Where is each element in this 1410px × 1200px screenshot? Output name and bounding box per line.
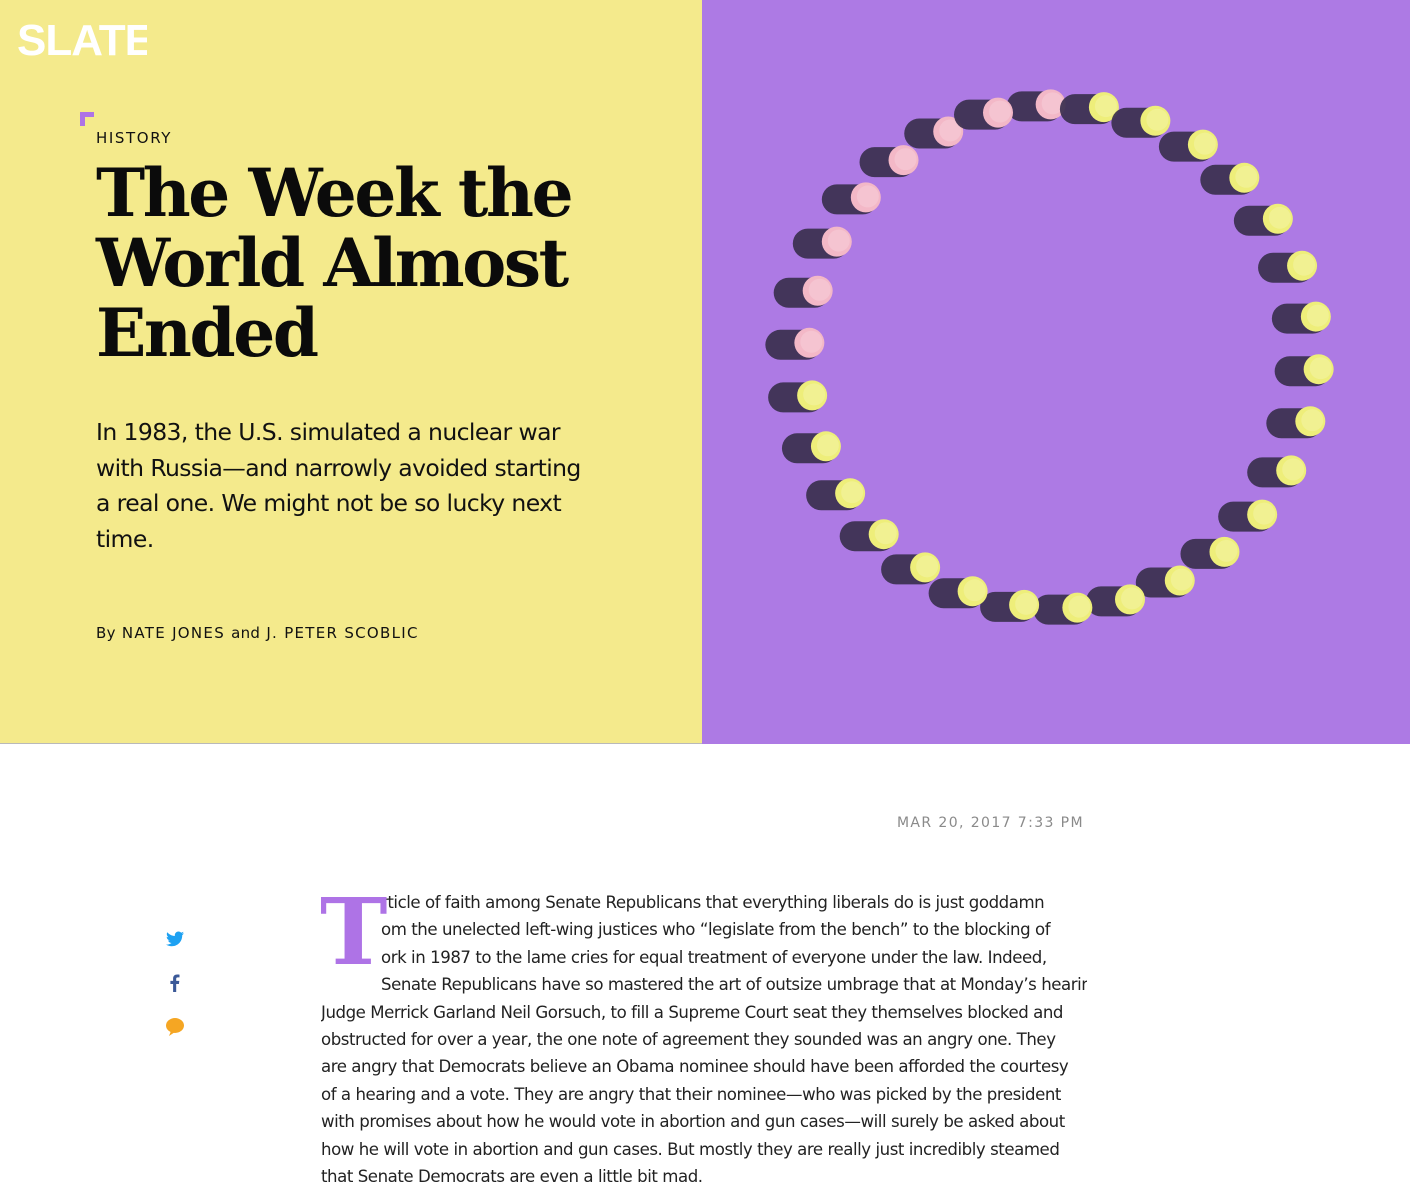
hero-text-panel: SLATE HISTORY The Week the World Almost …	[0, 0, 702, 744]
pill	[1274, 354, 1334, 387]
pill-ring-illustration	[765, 89, 1334, 625]
pill	[781, 431, 841, 464]
drop-cap: T	[321, 889, 388, 986]
facebook-icon[interactable]	[160, 968, 190, 998]
pill	[1033, 592, 1093, 625]
pill	[792, 226, 852, 259]
body-line: obstructed for over a year, the one note…	[321, 1030, 1056, 1050]
pill	[1247, 455, 1307, 488]
pill	[821, 182, 881, 215]
twitter-icon[interactable]	[160, 924, 190, 954]
article-dek: In 1983, the U.S. simulated a nuclear wa…	[96, 418, 581, 553]
body-line: are angry that Democrats believe an Obam…	[321, 1057, 1069, 1077]
body-line: Judge Merrick Garland Neil Gorsuch, to f…	[321, 1002, 1064, 1022]
pill	[954, 97, 1014, 130]
byline-conjunction: and	[231, 624, 261, 642]
body-paragraph: rticle of faith among Senate Republicans…	[321, 889, 1087, 1190]
section-kicker[interactable]: HISTORY	[96, 129, 172, 147]
pill	[1218, 499, 1278, 532]
body-line: that Senate Democrats are even a little …	[321, 1167, 703, 1187]
share-toolbar	[160, 924, 190, 1056]
pill	[806, 478, 866, 511]
body-line: Senate Republicans have so mastered the …	[381, 975, 1087, 995]
pill	[928, 576, 988, 609]
body-line: with promises about how he would vote in…	[321, 1112, 1065, 1132]
logo-text: SLATE	[17, 17, 147, 61]
body-line: om the unelected left-wing justices who …	[381, 920, 1051, 940]
author-link-1[interactable]: NATE JONES	[122, 624, 225, 642]
pill	[1180, 536, 1240, 569]
pill	[980, 589, 1040, 622]
body-line: ork in 1987 to the lame cries for equal …	[381, 947, 1047, 967]
kicker-bracket-icon	[80, 112, 94, 126]
byline-prefix: By	[96, 624, 116, 642]
pill	[1158, 129, 1218, 162]
pill	[839, 519, 899, 552]
slate-logo[interactable]: SLATE	[17, 17, 147, 61]
pill	[773, 275, 833, 308]
author-link-2[interactable]: J. PETER SCOBLIC	[266, 624, 418, 642]
pill	[1233, 203, 1293, 236]
pill	[1006, 89, 1066, 122]
publish-date: MAR 20, 2017 7:33 PM	[896, 815, 1084, 831]
body-line: of a hearing and a vote. They are angry …	[321, 1084, 1061, 1104]
pill	[1266, 406, 1326, 439]
pill	[1200, 162, 1260, 195]
pill	[1085, 584, 1145, 617]
hero-image-panel	[702, 0, 1410, 744]
pill	[1271, 301, 1331, 334]
pill	[859, 145, 919, 178]
article-headline: The Week the World Almost Ended	[96, 154, 574, 372]
comment-bubble-icon[interactable]	[160, 1012, 190, 1042]
pill	[1059, 92, 1119, 125]
pill	[1135, 565, 1195, 598]
pill	[881, 552, 941, 585]
byline: By NATE JONES and J. PETER SCOBLIC	[96, 624, 419, 642]
body-line: how he will vote in abortion and gun cas…	[321, 1139, 1060, 1159]
hero: SLATE HISTORY The Week the World Almost …	[0, 0, 1410, 744]
pill	[1111, 105, 1171, 138]
pill	[904, 116, 964, 149]
pill	[765, 327, 825, 360]
body-line: rticle of faith among Senate Republicans…	[381, 893, 1045, 912]
article-body: T rticle of faith among Senate Republica…	[321, 889, 1087, 1200]
pill	[768, 380, 828, 413]
pill	[1258, 250, 1318, 283]
